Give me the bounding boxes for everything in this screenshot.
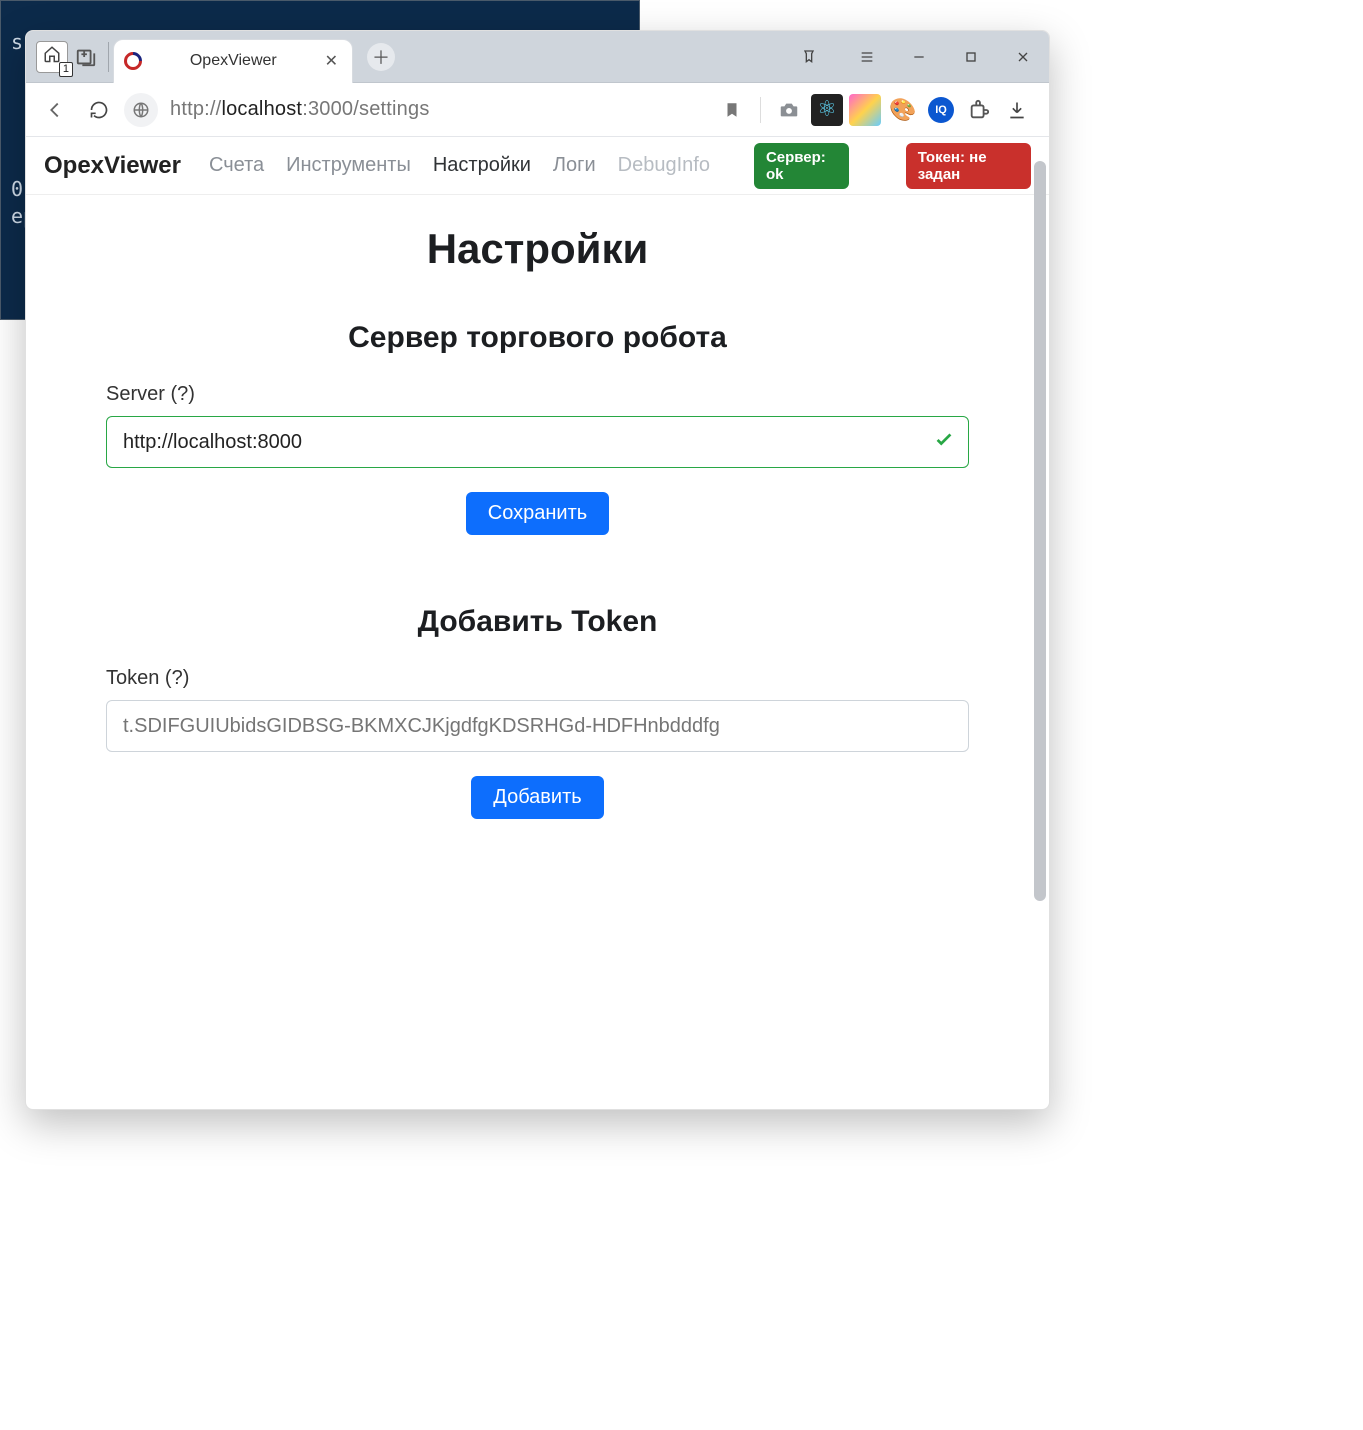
divider xyxy=(108,42,109,72)
save-button[interactable]: Сохранить xyxy=(466,492,609,535)
tab-favicon xyxy=(120,48,145,73)
iq-extension-icon[interactable]: IQ xyxy=(925,94,957,126)
extensions-icon[interactable] xyxy=(963,94,995,126)
browser-tab[interactable]: OpexViewer ✕ xyxy=(113,39,353,83)
screenshot-extension-icon[interactable] xyxy=(773,94,805,126)
nav-back-button[interactable] xyxy=(36,91,74,129)
valid-check-icon xyxy=(933,428,955,456)
nav-link-accounts[interactable]: Счета xyxy=(209,154,264,177)
token-input[interactable] xyxy=(106,700,969,752)
window-controls xyxy=(783,31,1049,83)
new-tab-button[interactable]: ＋ xyxy=(367,43,395,71)
collections-icon[interactable] xyxy=(74,45,98,69)
url-path: :3000/settings xyxy=(302,98,429,120)
site-info-icon[interactable] xyxy=(124,93,158,127)
bookmark-icon[interactable] xyxy=(716,94,748,126)
nav-link-instruments[interactable]: Инструменты xyxy=(286,154,411,177)
server-input-wrap xyxy=(106,416,969,468)
nav-reload-button[interactable] xyxy=(80,91,118,129)
token-section-title: Добавить Token xyxy=(106,605,969,639)
token-input-wrap xyxy=(106,700,969,752)
window-titlebar: 1 OpexViewer ✕ ＋ xyxy=(26,31,1049,83)
server-section-title: Сервер торгового робота xyxy=(106,321,969,355)
tab-close-icon[interactable]: ✕ xyxy=(325,51,338,71)
address-bar: http://localhost:3000/settings ⚛ 🎨 IQ xyxy=(26,83,1049,137)
server-status-badge: Сервер: ok xyxy=(754,143,849,189)
server-field-label: Server (?) xyxy=(106,383,969,406)
url-host: localhost xyxy=(221,98,302,120)
token-field-label: Token (?) xyxy=(106,667,969,690)
scrollbar[interactable] xyxy=(1031,61,1049,1109)
window-maximize-icon[interactable] xyxy=(945,31,997,83)
toolbar-right: ⚛ 🎨 IQ xyxy=(716,94,1039,126)
nav-link-settings[interactable]: Настройки xyxy=(433,154,531,177)
react-devtools-extension-icon[interactable]: ⚛ xyxy=(811,94,843,126)
home-badge: 1 xyxy=(59,62,73,77)
home-button[interactable]: 1 xyxy=(36,41,68,73)
window-minimize-icon[interactable] xyxy=(893,31,945,83)
app-navbar: OpexViewer Счета Инструменты Настройки Л… xyxy=(26,137,1049,195)
server-input[interactable] xyxy=(106,416,969,468)
color-extension-icon[interactable] xyxy=(849,94,881,126)
app-menu-icon[interactable] xyxy=(841,31,893,83)
add-button[interactable]: Добавить xyxy=(471,776,603,819)
nav-link-logs[interactable]: Логи xyxy=(553,154,596,177)
divider xyxy=(760,97,761,123)
titlebar-left: 1 xyxy=(26,41,113,73)
downloads-icon[interactable] xyxy=(1001,94,1033,126)
scrollbar-thumb[interactable] xyxy=(1034,161,1046,901)
page-content: Настройки Сервер торгового робота Server… xyxy=(26,195,1049,1109)
read-aloud-icon[interactable] xyxy=(783,31,835,83)
palette-extension-icon[interactable]: 🎨 xyxy=(887,94,919,126)
url-scheme: http:// xyxy=(170,98,221,120)
page-title: Настройки xyxy=(106,225,969,273)
nav-link-debug[interactable]: DebugInfo xyxy=(618,154,710,177)
browser-window: 1 OpexViewer ✕ ＋ xyxy=(25,30,1050,1110)
token-status-badge: Токен: не задан xyxy=(906,143,1031,189)
app-brand[interactable]: OpexViewer xyxy=(44,152,181,180)
url-text[interactable]: http://localhost:3000/settings xyxy=(164,98,710,121)
tab-title: OpexViewer xyxy=(152,52,315,70)
